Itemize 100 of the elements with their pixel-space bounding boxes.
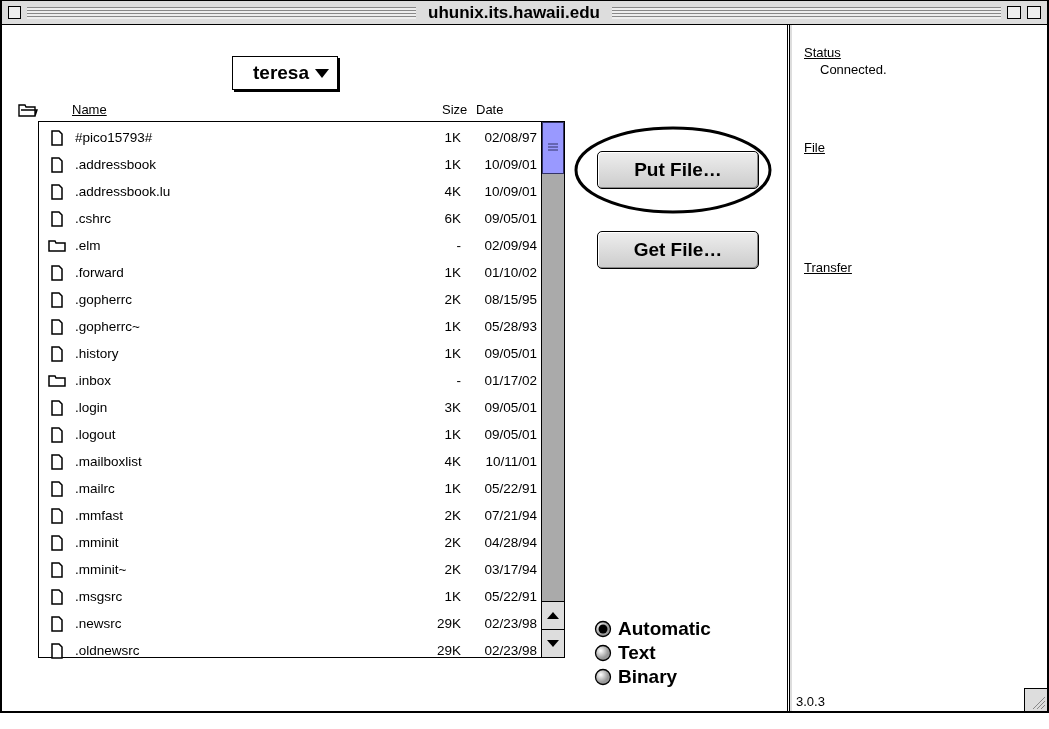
status-text: Connected.: [820, 62, 887, 77]
file-size: -: [455, 238, 461, 253]
document-icon: [51, 318, 63, 335]
radio-button-icon[interactable]: [594, 668, 612, 686]
document-icon: [51, 480, 63, 497]
file-date: 09/05/01: [483, 400, 538, 415]
document-icon: [51, 615, 63, 632]
document-icon: [51, 588, 63, 605]
document-icon: [51, 453, 63, 470]
file-name[interactable]: .history: [75, 346, 401, 361]
resize-grip-icon[interactable]: [1024, 688, 1047, 711]
section-heading: File: [804, 140, 825, 155]
document-icon: [51, 399, 63, 416]
file-date: 03/17/94: [483, 562, 538, 577]
document-icon: [51, 210, 63, 227]
file-size: 1K: [443, 319, 461, 334]
transfer-button[interactable]: Get File…: [597, 231, 759, 269]
file-size: 2K: [443, 535, 461, 550]
file-date: 05/22/91: [483, 589, 538, 604]
radio-option[interactable]: Binary: [594, 667, 711, 687]
document-icon: [51, 534, 63, 551]
transfer-button[interactable]: Put File…: [597, 151, 759, 189]
radio-option[interactable]: Automatic: [594, 619, 711, 639]
version-label: 3.0.3: [796, 694, 825, 709]
file-name[interactable]: .mminit~: [75, 562, 401, 577]
file-date: 08/15/95: [483, 292, 538, 307]
window-title: uhunix.its.hawaii.edu: [427, 2, 601, 23]
file-date: 02/23/98: [483, 643, 538, 658]
dropdown-arrow-icon: [315, 68, 329, 78]
file-size: 2K: [443, 562, 461, 577]
file-date: 10/09/01: [483, 157, 538, 172]
section-heading: Status: [804, 45, 842, 60]
file-name[interactable]: .login: [75, 400, 401, 415]
file-size: 4K: [443, 454, 461, 469]
file-date: 10/09/01: [483, 184, 538, 199]
file-name[interactable]: .gopherrc~: [75, 319, 401, 334]
folder-icon: [48, 374, 66, 387]
document-icon: [51, 561, 63, 578]
document-icon: [51, 183, 63, 200]
document-icon: [51, 291, 63, 308]
file-name[interactable]: .addressbook: [75, 157, 401, 172]
file-size: 1K: [443, 589, 461, 604]
file-size: 1K: [443, 130, 461, 145]
file-name[interactable]: .msgsrc: [75, 589, 401, 604]
file-name[interactable]: .mailrc: [75, 481, 401, 496]
column-header[interactable]: Size: [442, 102, 468, 117]
file-size: -: [455, 373, 461, 388]
radio-button-icon[interactable]: [594, 644, 612, 662]
column-header[interactable]: Date: [476, 102, 504, 117]
radio-option[interactable]: Text: [594, 643, 711, 663]
file-name[interactable]: .mailboxlist: [75, 454, 401, 469]
file-date: 09/05/01: [483, 346, 538, 361]
document-icon: [51, 507, 63, 524]
close-box[interactable]: [8, 6, 21, 19]
zoom-box[interactable]: [1007, 6, 1021, 19]
file-size: 1K: [443, 481, 461, 496]
folder-open-icon: [18, 103, 38, 117]
file-name[interactable]: #pico15793#: [75, 130, 401, 145]
file-size: 1K: [443, 427, 461, 442]
file-date: 05/22/91: [483, 481, 538, 496]
document-icon: [51, 129, 63, 146]
file-name[interactable]: .gopherrc: [75, 292, 401, 307]
collapse-box[interactable]: [1027, 6, 1041, 19]
column-header[interactable]: Name: [72, 102, 107, 117]
file-size: 29K: [435, 616, 461, 631]
file-date: 01/17/02: [483, 373, 538, 388]
document-icon: [51, 426, 63, 443]
file-size: 1K: [443, 265, 461, 280]
folder-icon: [48, 239, 66, 252]
scrollbar[interactable]: [541, 122, 564, 657]
file-name[interactable]: .cshrc: [75, 211, 401, 226]
file-name[interactable]: .mmfast: [75, 508, 401, 523]
file-name[interactable]: .newsrc: [75, 616, 401, 631]
file-size: 4K: [443, 184, 461, 199]
file-date: 05/28/93: [483, 319, 538, 334]
file-size: 1K: [443, 157, 461, 172]
file-size: 1K: [443, 346, 461, 361]
document-icon: [51, 264, 63, 281]
file-name[interactable]: .mminit: [75, 535, 401, 550]
file-date: 02/09/94: [483, 238, 538, 253]
document-icon: [51, 345, 63, 362]
file-date: 02/23/98: [483, 616, 538, 631]
file-size: 2K: [443, 508, 461, 523]
file-date: 07/21/94: [483, 508, 538, 523]
file-size: 6K: [443, 211, 461, 226]
file-name[interactable]: .forward: [75, 265, 401, 280]
document-icon: [51, 156, 63, 173]
folder-popup[interactable]: teresa: [232, 56, 338, 90]
radio-button-icon[interactable]: [594, 620, 612, 638]
file-name[interactable]: .addressbook.lu: [75, 184, 401, 199]
file-size: 2K: [443, 292, 461, 307]
file-date: 04/28/94: [483, 535, 538, 550]
file-name[interactable]: .inbox: [75, 373, 401, 388]
file-date: 09/05/01: [483, 211, 538, 226]
file-name[interactable]: .elm: [75, 238, 401, 253]
file-date: 02/08/97: [483, 130, 538, 145]
file-name[interactable]: .oldnewsrc: [75, 643, 401, 658]
scroll-thumb[interactable]: [542, 122, 564, 174]
file-size: 3K: [443, 400, 461, 415]
file-name[interactable]: .logout: [75, 427, 401, 442]
